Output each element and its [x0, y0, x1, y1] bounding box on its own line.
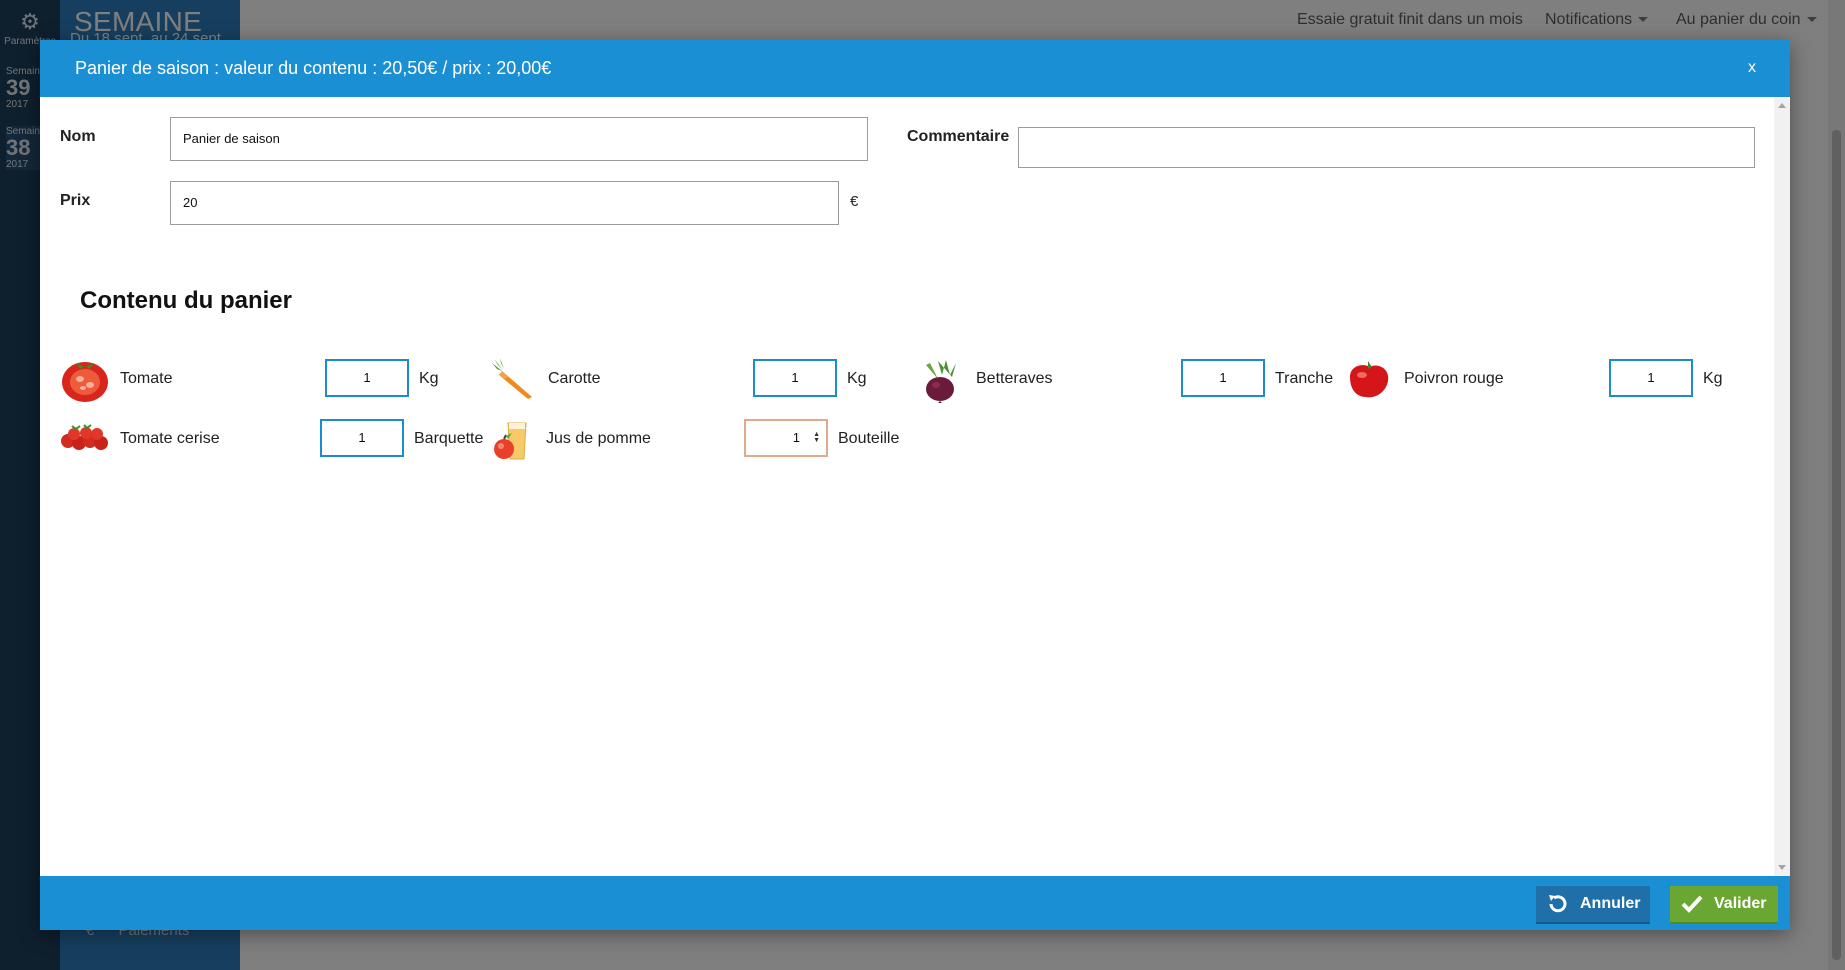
apple-juice-icon: [494, 422, 527, 460]
basket-item-jus-de-pomme: Jus de pomme 1 ▲ ▼ Bouteille: [488, 419, 908, 461]
modal-title: Panier de saison : valeur du contenu : 2…: [75, 58, 552, 78]
item-name: Poivron rouge: [1404, 370, 1504, 387]
quantity-input[interactable]: 1: [320, 419, 404, 457]
item-unit: Kg: [847, 370, 867, 387]
basket-contents-title: Contenu du panier: [80, 287, 292, 314]
quantity-input[interactable]: 1: [1609, 359, 1693, 397]
scroll-down-icon[interactable]: [1778, 865, 1786, 870]
basket-modal: Panier de saison : valeur du contenu : 2…: [40, 40, 1790, 930]
quantity-stepper[interactable]: 1 ▲ ▼: [744, 419, 828, 457]
cancel-label: Annuler: [1580, 895, 1641, 912]
modal-body: Nom Panier de saison Commentaire Prix 20…: [40, 97, 1790, 876]
red-pepper-icon: [1350, 361, 1389, 398]
nom-input[interactable]: Panier de saison: [170, 117, 868, 161]
tomato-icon: [62, 362, 108, 402]
prix-input[interactable]: 20: [170, 181, 839, 225]
cherry-tomato-icon: [61, 424, 108, 450]
quantity-input[interactable]: 1: [753, 359, 837, 397]
scroll-up-icon[interactable]: [1778, 103, 1786, 108]
item-unit: Kg: [1703, 370, 1723, 387]
basket-item-poivron-rouge: Poivron rouge 1 Kg: [1344, 359, 1764, 401]
cancel-button[interactable]: Annuler: [1536, 886, 1650, 922]
quantity-input[interactable]: 1: [1181, 359, 1265, 397]
basket-item-betteraves: Betteraves 1 Tranche: [916, 359, 1336, 403]
commentaire-label: Commentaire: [907, 128, 1010, 145]
item-name: Tomate: [120, 370, 173, 387]
checkmark-icon: [1680, 890, 1704, 918]
beetroot-icon: [926, 360, 956, 403]
modal-footer: Annuler Valider: [40, 876, 1790, 930]
item-name: Jus de pomme: [546, 430, 651, 447]
modal-header: Panier de saison : valeur du contenu : 2…: [40, 40, 1790, 97]
basket-item-tomate: Tomate 1 Kg: [60, 359, 480, 402]
item-unit: Barquette: [414, 430, 484, 447]
item-name: Betteraves: [976, 370, 1053, 387]
carrot-icon: [492, 358, 532, 399]
item-unit: Bouteille: [838, 430, 900, 447]
basket-item-carotte: Carotte 1 Kg: [488, 358, 908, 401]
prix-label: Prix: [60, 192, 91, 209]
currency-symbol: €: [850, 193, 859, 210]
item-unit: Tranche: [1275, 370, 1334, 387]
quantity-value: 1: [792, 430, 800, 445]
item-name: Tomate cerise: [120, 430, 220, 447]
item-unit: Kg: [419, 370, 439, 387]
close-button[interactable]: x: [1748, 59, 1756, 77]
quantity-input[interactable]: 1: [325, 359, 409, 397]
validate-button[interactable]: Valider: [1670, 886, 1778, 922]
nom-label: Nom: [60, 128, 96, 145]
item-name: Carotte: [548, 370, 601, 387]
commentaire-input[interactable]: [1018, 127, 1755, 168]
modal-scrollbar[interactable]: [1774, 97, 1790, 876]
undo-icon: [1546, 890, 1570, 918]
basket-item-tomate-cerise: Tomate cerise 1 Barquette: [60, 419, 484, 461]
stepper-arrows-icon[interactable]: ▲ ▼: [813, 431, 820, 444]
validate-label: Valider: [1714, 895, 1767, 912]
